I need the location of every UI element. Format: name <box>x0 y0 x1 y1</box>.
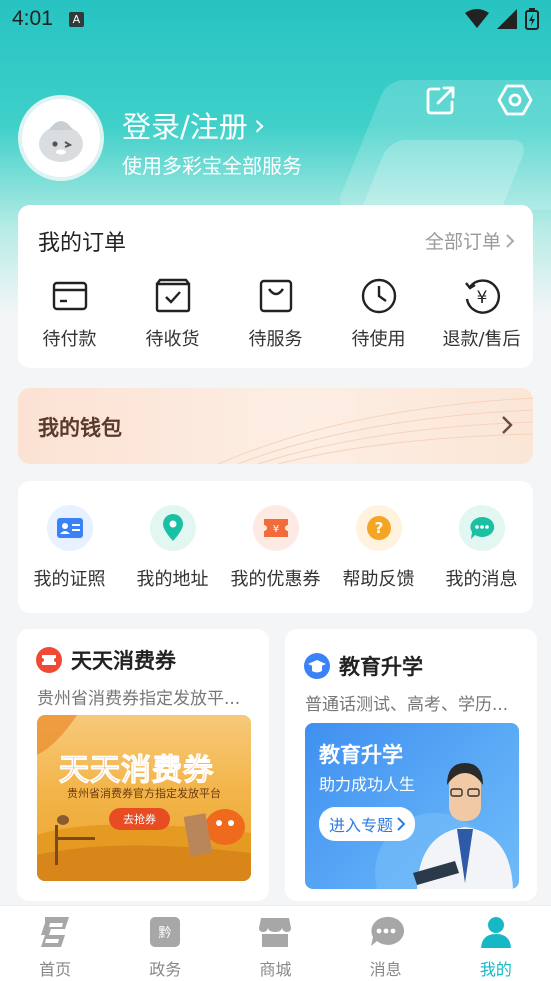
coupon-banner-title: 天天消费券 <box>59 753 214 789</box>
my-address[interactable]: 我的地址 <box>121 505 224 591</box>
chevron-right-icon <box>506 233 515 248</box>
education-promo-card[interactable]: 教育升学 普通话测试、高考、学历... 教育升学 助力成功人生 进入专题 <box>285 629 537 901</box>
tab-store[interactable]: 商城 <box>220 906 330 981</box>
all-orders-label: 全部订单 <box>424 231 501 253</box>
home-icon <box>41 917 70 947</box>
chevron-right-icon: › <box>253 108 266 142</box>
coupon-banner-subtitle: 贵州省消费券官方指定发放平台 <box>67 787 221 800</box>
bottom-tab-bar: 首页 黔 政务 商城 消息 我的 <box>0 905 551 981</box>
chevron-right-icon <box>397 817 406 831</box>
tab-label: 我的 <box>479 960 512 979</box>
bag-icon <box>259 279 292 313</box>
location-pin-icon <box>149 505 196 551</box>
government-icon: 黔 <box>150 917 181 947</box>
question-icon: ? <box>355 505 402 551</box>
order-pending-payment[interactable]: 待付款 <box>18 277 121 351</box>
orders-title: 我的订单 <box>38 231 127 256</box>
tab-profile[interactable]: 我的 <box>441 906 551 981</box>
enter-topic-label: 进入专题 <box>329 816 394 835</box>
order-pending-use[interactable]: 待使用 <box>327 277 430 351</box>
login-register-link[interactable]: 登录/注册 › <box>122 104 265 146</box>
grab-coupon-button[interactable]: 去抢券 <box>109 808 170 830</box>
message-icon <box>370 916 404 946</box>
coupon-promo-subtitle: 贵州省消费券指定发放平... <box>37 689 241 709</box>
yen-refund-icon: ¥ <box>464 279 500 314</box>
education-banner-image[interactable]: 教育升学 助力成功人生 进入专题 <box>305 723 519 889</box>
coupon-banner-image[interactable]: 天天消费券 贵州省消费券官方指定发放平台 去抢券 <box>37 715 251 881</box>
tab-messages[interactable]: 消息 <box>331 906 441 981</box>
order-item-label: 待使用 <box>351 329 406 350</box>
coupon-promo-title: 天天消费券 <box>71 649 176 673</box>
coupon-promo-card[interactable]: 天天消费券 贵州省消费券指定发放平... 天天消费券 贵州省消费券官方指定发放平… <box>17 629 269 901</box>
wifi-icon <box>465 9 489 28</box>
wallet-label: 我的钱包 <box>38 416 122 440</box>
store-icon <box>259 918 292 947</box>
avatar[interactable] <box>18 95 104 181</box>
tool-label: 我的优惠券 <box>230 569 321 590</box>
status-bar: 4:01 A <box>0 0 551 38</box>
login-subtitle: 使用多彩宝全部服务 <box>122 154 302 178</box>
tab-government[interactable]: 黔 政务 <box>110 906 220 981</box>
order-item-label: 待收货 <box>145 329 200 350</box>
enter-topic-button[interactable]: 进入专题 <box>319 807 416 841</box>
education-banner-subtitle: 助力成功人生 <box>319 775 416 794</box>
login-label: 登录/注册 <box>122 110 248 144</box>
profile-icon <box>480 917 511 948</box>
tool-label: 我的地址 <box>136 569 209 590</box>
coupon-badge-icon <box>36 647 62 673</box>
app-notification-icon: A <box>68 11 84 27</box>
order-item-label: 退款/售后 <box>442 329 521 350</box>
svg-text:¥: ¥ <box>476 288 487 308</box>
education-promo-title: 教育升学 <box>339 655 423 679</box>
education-banner-title: 教育升学 <box>319 743 403 767</box>
tab-label: 商城 <box>259 960 292 979</box>
tool-label: 帮助反馈 <box>342 569 415 590</box>
signal-icon <box>497 9 517 29</box>
graduation-cap-icon <box>304 653 330 679</box>
tab-label: 消息 <box>369 960 402 979</box>
svg-text:¥: ¥ <box>272 524 278 535</box>
svg-text:黔: 黔 <box>159 926 172 941</box>
clock-icon <box>361 278 396 314</box>
order-item-label: 待服务 <box>248 329 303 350</box>
order-pending-service[interactable]: 待服务 <box>224 277 327 351</box>
wallet-card-icon <box>52 281 87 311</box>
tool-label: 我的证照 <box>33 569 106 590</box>
tab-label: 首页 <box>39 960 72 979</box>
order-item-label: 待付款 <box>42 329 97 350</box>
settings-icon[interactable] <box>497 82 533 118</box>
my-coupons[interactable]: ¥ 我的优惠券 <box>224 505 327 591</box>
status-time: 4:01 <box>12 7 53 30</box>
all-orders-link[interactable]: 全部订单 <box>425 227 515 254</box>
my-certificates[interactable]: 我的证照 <box>18 505 121 591</box>
tools-card: 我的证照 我的地址 ¥ 我的优惠券 ? 帮助反馈 我的消息 <box>18 481 533 613</box>
coupon-icon: ¥ <box>252 505 299 551</box>
tab-label: 政务 <box>149 960 182 979</box>
order-pending-receipt[interactable]: 待收货 <box>121 277 224 351</box>
orders-card: 我的订单 全部订单 待付款 待收货 待服务 待使用 ¥ 退款/售后 <box>18 205 533 368</box>
help-feedback[interactable]: ? 帮助反馈 <box>327 505 430 591</box>
box-check-icon <box>155 278 190 313</box>
svg-text:?: ? <box>374 519 383 537</box>
battery-icon <box>525 8 539 30</box>
share-icon[interactable] <box>423 82 459 118</box>
wallet-row[interactable]: 我的钱包 <box>18 388 533 464</box>
id-card-icon <box>46 505 93 551</box>
tab-home[interactable]: 首页 <box>0 906 110 981</box>
tool-label: 我的消息 <box>445 569 518 590</box>
chevron-right-icon <box>502 416 513 434</box>
my-messages[interactable]: 我的消息 <box>430 505 533 591</box>
education-promo-subtitle: 普通话测试、高考、学历... <box>305 695 509 715</box>
chat-icon <box>458 505 505 551</box>
default-avatar-icon <box>39 121 83 162</box>
order-refund-aftersale[interactable]: ¥ 退款/售后 <box>430 277 533 351</box>
